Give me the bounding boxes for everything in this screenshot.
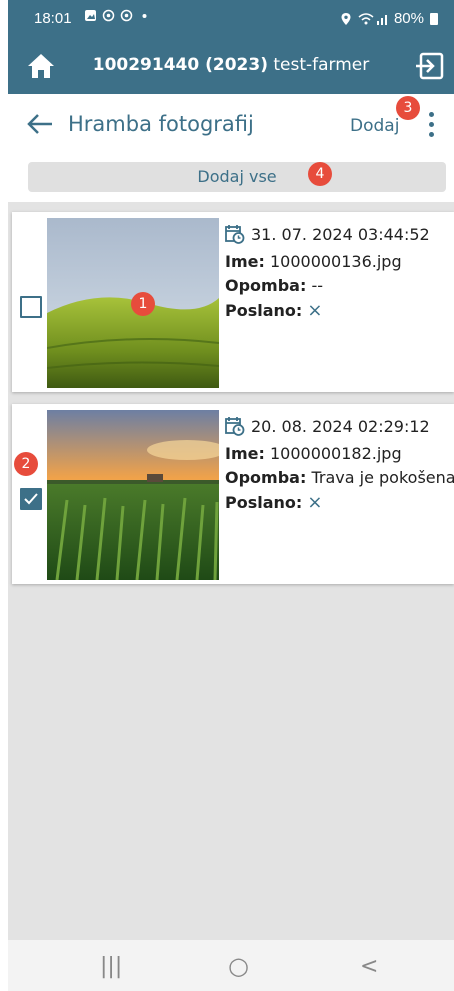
badge-1: 1 bbox=[131, 292, 155, 316]
date-row: 20. 08. 2024 02:29:12 bbox=[225, 416, 454, 436]
photo-name: 1000000182.jpg bbox=[269, 444, 402, 463]
check-icon bbox=[24, 493, 38, 505]
status-bar: 18:01 80% bbox=[8, 0, 454, 38]
close-icon: × bbox=[307, 300, 323, 321]
notification-icons bbox=[84, 9, 151, 22]
location-sync-icon bbox=[120, 9, 133, 22]
sent-row: Poslano: × bbox=[225, 492, 454, 516]
page-header: Hramba fotografij Dodaj 3 bbox=[8, 94, 454, 158]
more-vert-icon[interactable] bbox=[427, 112, 435, 140]
status-right: 80% bbox=[340, 10, 438, 27]
badge-2: 2 bbox=[14, 452, 38, 476]
calendar-clock-icon bbox=[225, 225, 245, 244]
user-name: test-farmer bbox=[273, 55, 370, 75]
home-nav-button[interactable]: ○ bbox=[228, 952, 249, 980]
location-icon bbox=[341, 12, 351, 25]
sent-label: Poslano: bbox=[225, 301, 303, 320]
note-label: Opomba: bbox=[225, 276, 307, 295]
sent-row: Poslano: × bbox=[225, 300, 454, 324]
recent-apps-button[interactable]: ||| bbox=[100, 954, 122, 979]
note-label: Opomba: bbox=[225, 468, 307, 487]
sync-icon bbox=[102, 9, 115, 22]
cornfield-image bbox=[47, 410, 219, 580]
calendar-clock-icon bbox=[225, 417, 245, 436]
photo-datetime: 31. 07. 2024 03:44:52 bbox=[251, 224, 430, 244]
date-row: 31. 07. 2024 03:44:52 bbox=[225, 224, 454, 244]
name-label: Ime: bbox=[225, 444, 265, 463]
add-all-section: Dodaj vse 4 bbox=[8, 158, 454, 202]
badge-3: 3 bbox=[396, 96, 420, 120]
logout-icon[interactable] bbox=[414, 50, 446, 82]
photo-meta: 20. 08. 2024 02:29:12 Ime: 1000000182.jp… bbox=[225, 416, 454, 516]
page-title: Hramba fotografij bbox=[68, 112, 254, 136]
wifi-signal-icon bbox=[358, 12, 387, 25]
app-bar: 100291440 (2023) test-farmer bbox=[8, 38, 454, 94]
name-row: Ime: 1000000136.jpg bbox=[225, 252, 454, 276]
farm-id: 100291440 (2023) bbox=[92, 55, 268, 75]
name-row: Ime: 1000000182.jpg bbox=[225, 444, 454, 468]
screen: 18:01 80% 100291440 (2023) test-farmer H… bbox=[8, 0, 454, 991]
add-all-button[interactable]: Dodaj vse bbox=[28, 162, 446, 192]
photo-datetime: 20. 08. 2024 02:29:12 bbox=[251, 416, 430, 436]
battery-icon bbox=[430, 12, 438, 25]
back-nav-button[interactable]: < bbox=[360, 954, 378, 979]
name-label: Ime: bbox=[225, 252, 265, 271]
note-row: Opomba: -- bbox=[225, 276, 454, 300]
sent-label: Poslano: bbox=[225, 493, 303, 512]
photo-meta: 31. 07. 2024 03:44:52 Ime: 1000000136.jp… bbox=[225, 224, 454, 324]
photo-card[interactable]: 1 31. 07. 2024 03:44:52 Ime: 1000000136.… bbox=[12, 212, 454, 392]
close-icon: × bbox=[307, 492, 323, 513]
select-checkbox[interactable] bbox=[20, 296, 42, 318]
photo-note: -- bbox=[311, 276, 324, 295]
photo-card[interactable]: 2 20. 08. 2024 02:29:12 Ime: 1000000182.… bbox=[12, 404, 454, 584]
badge-4: 4 bbox=[308, 162, 332, 186]
app-title: 100291440 (2023) test-farmer bbox=[8, 55, 454, 75]
add-button[interactable]: Dodaj bbox=[350, 116, 399, 136]
dot-icon bbox=[142, 14, 147, 18]
system-nav-bar: ||| ○ < bbox=[8, 940, 454, 991]
gallery-icon bbox=[85, 10, 96, 21]
status-time: 18:01 bbox=[34, 10, 72, 27]
battery-percent: 80% bbox=[393, 10, 424, 27]
select-checkbox[interactable] bbox=[20, 488, 42, 510]
photo-note: Trava je pokošena bbox=[311, 468, 454, 487]
photo-thumbnail[interactable] bbox=[47, 410, 219, 580]
photo-name: 1000000136.jpg bbox=[269, 252, 402, 271]
back-icon[interactable] bbox=[26, 110, 54, 138]
note-row: Opomba: Trava je pokošena bbox=[225, 468, 454, 492]
